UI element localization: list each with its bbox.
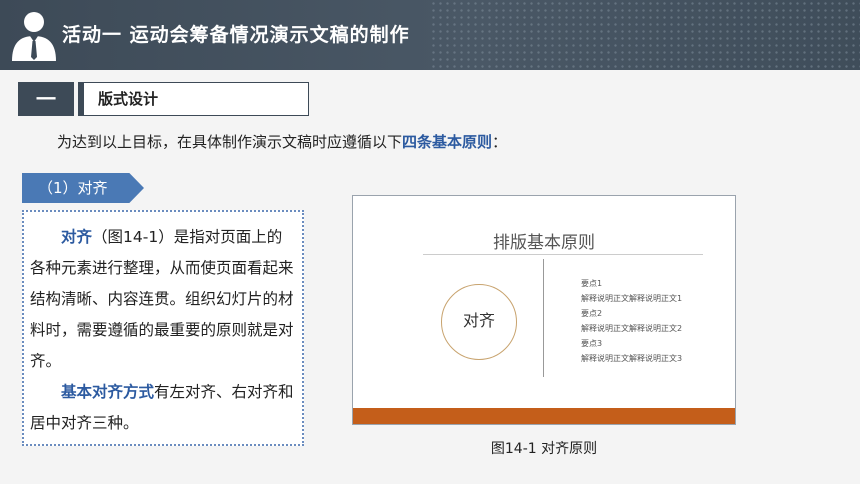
slide-divider-vertical — [543, 259, 544, 377]
paragraph-1-highlight: 对齐 — [61, 228, 93, 246]
paragraph-1-text: （图14-1）是指对页面上的各种元素进行整理，从而使页面看起来结构清晰、内容连贯… — [30, 228, 294, 370]
businessman-icon — [12, 12, 56, 61]
slide-point: 解释说明正文解释说明正文1 — [581, 294, 683, 303]
section-heading: 一 版式设计 — [18, 82, 309, 116]
intro-suffix: ： — [492, 133, 508, 151]
header-banner: 活动一 运动会筹备情况演示文稿的制作 — [0, 0, 860, 70]
explanation-textbox: 对齐（图14-1）是指对页面上的各种元素进行整理，从而使页面看起来结构清晰、内容… — [22, 210, 304, 446]
paragraph-2-highlight: 基本对齐方式 — [61, 383, 155, 401]
slide-title: 排版基本原则 — [493, 233, 595, 253]
intro-highlight: 四条基本原则 — [402, 133, 493, 151]
slide-point: 解释说明正文解释说明正文2 — [581, 324, 683, 333]
slide-point: 解释说明正文解释说明正文3 — [581, 354, 683, 363]
slide-points: 要点1 解释说明正文解释说明正文1 要点2 解释说明正文解释说明正文2 要点3 … — [581, 276, 682, 366]
slide-footer-bar — [353, 408, 735, 424]
slide-point: 要点2 — [581, 309, 603, 318]
world-map-pattern — [430, 0, 860, 70]
section-label: 版式设计 — [78, 82, 309, 116]
slide-circle: 对齐 — [441, 284, 517, 360]
intro-sentence: 为达到以上目标，在具体制作演示文稿时应遵循以下四条基本原则： — [57, 131, 507, 152]
slide-divider-horizontal — [423, 254, 703, 255]
subsection-tag: （1）对齐 — [22, 173, 144, 203]
section-number: 一 — [18, 82, 74, 116]
figure-caption: 图14-1 对齐原则 — [490, 441, 598, 457]
intro-text: 为达到以上目标，在具体制作演示文稿时应遵循以下 — [57, 133, 403, 151]
example-slide-figure: 排版基本原则 对齐 要点1 解释说明正文解释说明正文1 要点2 解释说明正文解释… — [352, 195, 736, 425]
slide-point: 要点3 — [581, 339, 603, 348]
paragraph-2: 基本对齐方式有左对齐、右对齐和居中对齐三种。 — [30, 377, 296, 439]
page-title: 活动一 运动会筹备情况演示文稿的制作 — [62, 24, 410, 46]
paragraph-1: 对齐（图14-1）是指对页面上的各种元素进行整理，从而使页面看起来结构清晰、内容… — [30, 222, 296, 377]
slide-point: 要点1 — [581, 279, 603, 288]
